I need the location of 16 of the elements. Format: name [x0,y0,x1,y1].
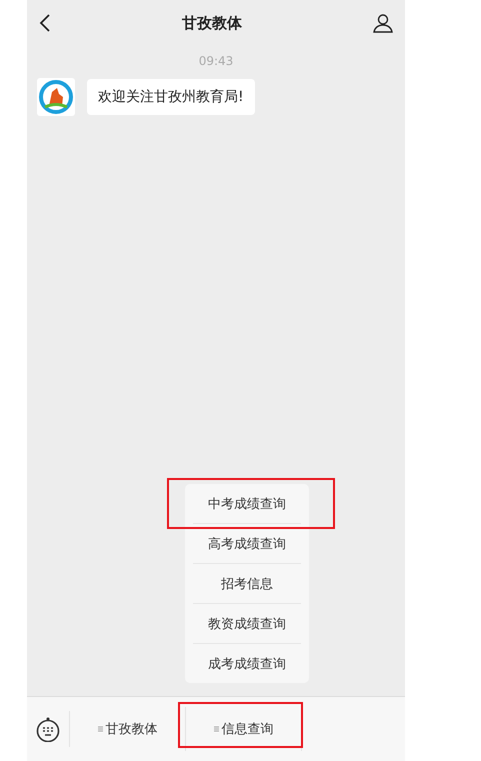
menu-tab[interactable]: 甘孜教体 [70,707,186,751]
logo-avatar[interactable] [37,78,75,116]
person-icon[interactable] [373,13,393,33]
submenu-item[interactable]: 教资成绩查询 [193,603,301,643]
submenu-item[interactable]: 中考成绩查询 [193,484,301,523]
chat-title: 甘孜教体 [182,14,242,32]
submenu-item[interactable]: 招考信息 [193,563,301,603]
back-icon[interactable] [39,14,51,32]
keyboard-icon[interactable] [36,716,60,742]
menu-tab[interactable]: 信息查询 [186,707,302,751]
message-time: 09:43 [198,54,234,68]
message-bubble: 欢迎关注甘孜州教育局! [87,79,255,115]
menu-lines-icon [214,726,218,732]
menu-lines-icon [98,726,102,732]
submenu-item[interactable]: 高考成绩查询 [193,523,301,563]
submenu-item[interactable]: 成考成绩查询 [193,643,301,683]
